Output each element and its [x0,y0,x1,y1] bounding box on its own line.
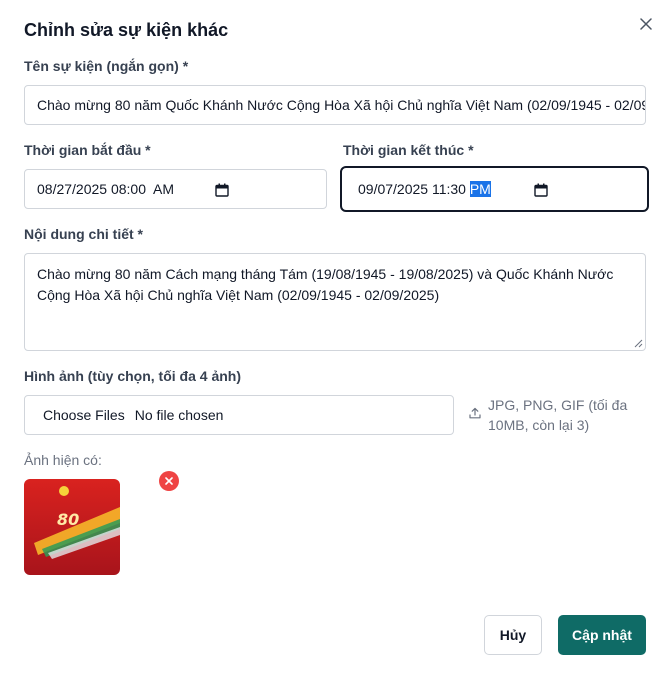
existing-image-thumbnail[interactable]: 80 [24,479,120,575]
close-icon [165,477,173,485]
start-time-value: 08/27/2025 08:00 AM [37,181,174,197]
details-textarea[interactable]: Chào mừng 80 năm Cách mạng tháng Tám (19… [24,253,646,351]
event-name-label: Tên sự kiện (ngắn gọn) * [24,58,189,74]
poster-number-text: 80 [57,510,79,529]
close-icon [640,18,652,30]
cancel-button[interactable]: Hủy [484,615,542,655]
event-name-input[interactable]: Chào mừng 80 năm Quốc Khánh Nước Cộng Hò… [24,85,646,125]
upload-icon [469,407,481,419]
calendar-icon[interactable] [215,183,229,197]
resize-grip-icon[interactable] [634,339,643,348]
details-value: Chào mừng 80 năm Cách mạng tháng Tám (19… [37,266,614,303]
end-time-input[interactable]: 09/07/2025 11:30 PM [340,166,649,212]
details-label: Nội dung chi tiết * [24,226,143,242]
existing-images-label: Ảnh hiện có: [24,452,102,468]
close-button[interactable] [636,14,656,34]
edit-event-dialog: Chỉnh sửa sự kiện khác Tên sự kiện (ngắn… [0,0,668,675]
choose-files-button[interactable]: Choose Files [43,407,125,423]
calendar-icon[interactable] [534,183,548,197]
no-file-chosen-text: No file chosen [134,407,224,423]
file-input[interactable]: Choose Files No file chosen [24,395,454,435]
event-poster-image: 80 [24,479,120,575]
end-time-label: Thời gian kết thúc * [343,142,474,158]
dialog-title: Chỉnh sửa sự kiện khác [24,20,229,40]
update-button[interactable]: Cập nhật [558,615,646,655]
start-time-input[interactable]: 08/27/2025 08:00 AM [24,169,327,209]
end-time-ampm-segment[interactable]: PM [469,181,491,197]
event-name-value: Chào mừng 80 năm Quốc Khánh Nước Cộng Hò… [37,97,646,113]
end-time-value: 09/07/2025 11:30 [358,181,470,197]
remove-image-button[interactable] [159,471,179,491]
images-label: Hình ảnh (tùy chọn, tối đa 4 ảnh) [24,368,241,384]
file-hint: JPG, PNG, GIF (tối đa 10MB, còn lại 3) [488,397,628,433]
start-time-label: Thời gian bắt đầu * [24,142,151,158]
